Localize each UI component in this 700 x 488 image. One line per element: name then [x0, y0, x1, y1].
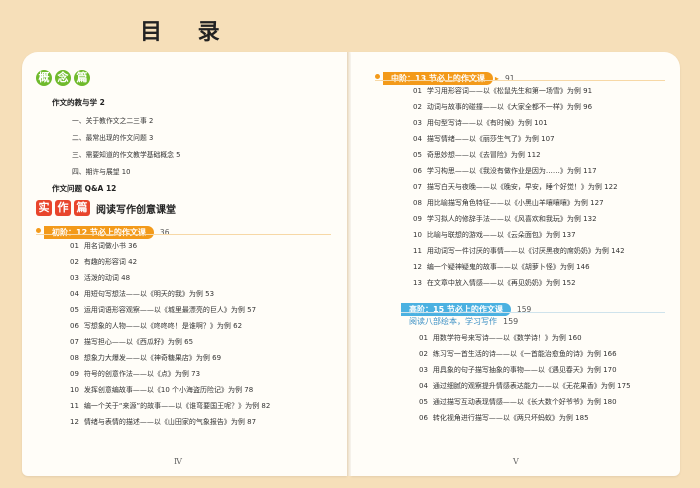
level-label: 高阶：15 节必上的作文课 — [401, 303, 511, 316]
level-dot-icon — [36, 228, 41, 233]
toc-entry[interactable]: 12 编一个疑神疑鬼的故事——以《胡萝卜怪》为例 146 — [413, 262, 590, 272]
toc-entry[interactable]: 06 写想象的人物——以《咚咚咚！是谁啊？》为例 62 — [70, 321, 242, 331]
toc-entry[interactable]: 01 用名词做小书 36 — [70, 241, 137, 251]
level-page: 36 — [159, 228, 170, 237]
toc-entry[interactable]: 03 用句型写诗——以《有时候》为例 101 — [413, 118, 548, 128]
toc-entry[interactable]: 06 转化视角进行描写——以《两只坏蚂蚁》为例 185 — [419, 413, 589, 423]
level-label: 初阶：12 节必上的作文课 — [44, 226, 154, 239]
section-header-practice: 实 作 篇 阅读写作创意课堂 — [36, 200, 176, 216]
level-dot-icon — [375, 74, 380, 79]
toc-entry[interactable]: 05 通过描写互动表现情感——以《长大数个好爷爷》为例 180 — [419, 397, 617, 407]
toc-entry[interactable]: 11 编一个关于“来源”的故事——以《谁弯要国王呢？》为例 82 — [70, 401, 270, 411]
toc-entry[interactable]: 11 用动词写一件讨厌的事情——以《讨厌黑夜的席奶奶》为例 142 — [413, 246, 625, 256]
arrow-icon: ▸ — [494, 74, 499, 83]
toc-entry[interactable]: 05 奇思妙想——以《去冒险》为例 112 — [413, 150, 541, 160]
toc-entry[interactable]: 10 比喻与联想的游戏——以《云朵面包》为例 137 — [413, 230, 576, 240]
toc-entry[interactable]: 07 描写担心——以《西瓜籽》为例 65 — [70, 337, 193, 347]
level-header-intermediate[interactable]: 中阶：13 节必上的作文课 ▸ 91 — [375, 66, 514, 85]
toc-entry[interactable]: 二、最常出现的作文问题 3 — [72, 132, 153, 142]
right-page: 中阶：13 节必上的作文课 ▸ 91 01 学习用形容词——以《松鼠先生和第一场雪》为… — [351, 52, 680, 476]
toc-entry[interactable]: 01 用数学符号来写诗——以《数学诗！》为例 160 — [419, 333, 582, 343]
toc-entry[interactable]: 09 符号的创意作法——以《点》为例 73 — [70, 369, 200, 379]
toc-entry[interactable]: 作文的教与学 2 — [52, 97, 105, 108]
toc-entry[interactable]: 09 学习拟人的修辞手法——以《风喜欢和我玩》为例 132 — [413, 214, 597, 224]
toc-entry[interactable]: 06 学习构思——以《我没有做作业是因为……》为例 117 — [413, 166, 597, 176]
page-number: Ⅳ — [174, 457, 182, 466]
toc-entry[interactable]: 四、期许与展望 10 — [72, 166, 130, 176]
toc-entry[interactable]: 12 情绪与表情的描述——以《山田家的气象报告》为例 87 — [70, 417, 256, 427]
toc-entry[interactable]: 08 想象力大爆发——以《神奇糖果店》为例 69 — [70, 353, 221, 363]
level-label: 中阶：13 节必上的作文课 — [383, 72, 493, 85]
divider — [375, 80, 665, 81]
toc-entry[interactable]: 02 有趣的形容词 42 — [70, 257, 137, 267]
section-badge-concept: 概 念 篇 — [36, 70, 90, 86]
toc-entry[interactable]: 03 用具象的句子描写抽象的事物——以《遇见春天》为例 170 — [419, 365, 617, 375]
section-subtitle: 阅读写作创意课堂 — [96, 204, 176, 216]
toc-entry[interactable]: 02 练习写一首生活的诗——以《一首能治愈鱼的诗》为例 166 — [419, 349, 617, 359]
divider — [36, 234, 331, 235]
toc-entry[interactable]: 一、关于教作文之二三事 2 — [72, 115, 153, 125]
toc-entry[interactable]: 05 运用词语形容观察——以《城里最漂亮的巨人》为例 57 — [70, 305, 256, 315]
toc-entry[interactable]: 作文问题 Q&A 12 — [52, 183, 116, 194]
toc-entry[interactable]: 三、需要知道的作文教学基础概念 5 — [72, 149, 180, 159]
toc-entry[interactable]: 08 用比喻描写角色特征——以《小黑山羊嚷嚷嚷》为例 127 — [413, 198, 604, 208]
toc-entry[interactable]: 04 通过细腻的观察提升情感表达能力——以《无花果香》为例 175 — [419, 381, 631, 391]
toc-entry[interactable]: 03 活泼的动词 48 — [70, 273, 130, 283]
toc-entry[interactable]: 01 学习用形容词——以《松鼠先生和第一场雪》为例 91 — [413, 86, 592, 96]
toc-entry[interactable]: 02 动词与故事的碰撞——以《大家全都不一样》为例 96 — [413, 102, 592, 112]
toc-entry[interactable]: 07 描写白天与夜晚——以《晚安，早安，睡个好觉！》为例 122 — [413, 182, 618, 192]
page-title: 目 录 — [140, 20, 234, 45]
level-page: 91 — [504, 74, 515, 83]
section-guide[interactable]: 阅读八部绘本，学习写作 159 — [409, 316, 518, 327]
left-page: 概 念 篇 作文的教与学 2 一、关于教作文之二三事 2 二、最常出现的作文问题… — [22, 52, 347, 476]
level-header-advanced[interactable]: 高阶：15 节必上的作文课 159 — [401, 297, 531, 316]
toc-entry[interactable]: 04 用短句写想法——以《明天的我》为例 53 — [70, 289, 214, 299]
section-badge-practice: 实 作 篇 — [36, 200, 90, 216]
level-header-beginner[interactable]: 初阶：12 节必上的作文课 36 — [36, 220, 169, 239]
toc-entry[interactable]: 04 描写情绪——以《丽莎生气了》为例 107 — [413, 134, 555, 144]
page-number: Ⅴ — [513, 457, 519, 466]
toc-entry[interactable]: 13 在文章中放入情感——以《再见奶奶》为例 152 — [413, 278, 576, 288]
toc-entry[interactable]: 10 发挥创意编故事——以《10 个小海盗历险记》为例 78 — [70, 385, 253, 395]
divider — [401, 312, 665, 313]
